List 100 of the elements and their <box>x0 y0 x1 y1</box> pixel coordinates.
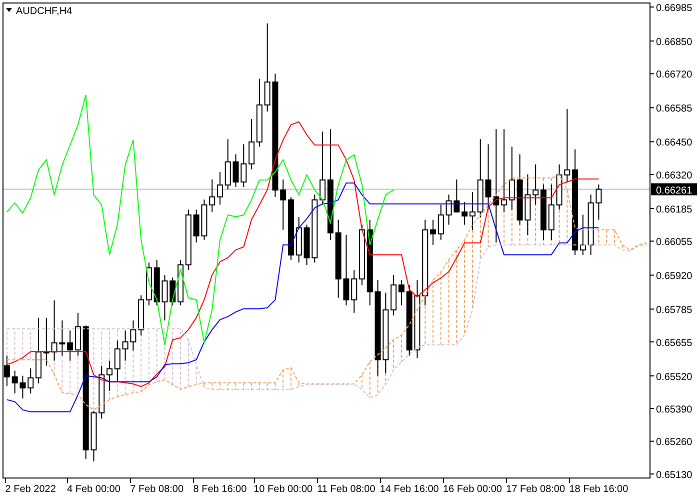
candle-wick <box>464 202 466 226</box>
candle-wick <box>6 355 8 386</box>
candle-body <box>130 329 136 342</box>
dropdown-triangle-icon[interactable] <box>6 8 12 12</box>
candle-body <box>335 232 342 280</box>
candle-body <box>304 227 310 258</box>
candle-body <box>264 82 270 106</box>
candle-wick <box>46 317 47 366</box>
candle-wick <box>22 375 24 399</box>
candle-wick <box>14 370 16 394</box>
candle-body <box>170 280 176 302</box>
candle-wick <box>219 171 220 206</box>
candle-wick <box>212 178 213 213</box>
date-label: 10 Feb 00:00 <box>254 484 313 495</box>
candle-body <box>588 202 594 246</box>
ref-line-label: 0.66261 <box>656 185 693 196</box>
price-label: 0.66055 <box>656 237 692 248</box>
price-label: 0.66185 <box>656 204 692 216</box>
price-label: 0.66450 <box>656 138 692 149</box>
candle-body <box>556 174 562 206</box>
candle-wick <box>30 368 32 394</box>
candle-body <box>232 161 239 182</box>
candle-body <box>312 199 318 258</box>
price-label: 0.66985 <box>656 3 692 14</box>
candle-wick <box>400 280 402 306</box>
candle-body <box>406 291 412 350</box>
candle-wick <box>354 270 355 314</box>
date-label: 16 Feb 00:00 <box>443 484 502 495</box>
candle-body <box>454 200 460 212</box>
candle-body <box>359 229 365 280</box>
candle-wick <box>448 194 450 226</box>
candle-body <box>382 309 389 360</box>
date-label: 8 Feb 16:00 <box>193 484 247 495</box>
price-label: 0.66850 <box>656 37 692 48</box>
candle-wick <box>235 154 236 188</box>
candle-body <box>240 163 247 182</box>
candle-wick <box>346 234 347 306</box>
candle-wick <box>282 178 284 230</box>
candle-body <box>414 295 420 350</box>
price-label: 0.65130 <box>656 470 692 481</box>
price-label: 0.66585 <box>656 104 692 115</box>
candle-body <box>122 341 128 350</box>
candle-body <box>288 199 294 256</box>
candle-body <box>224 161 231 186</box>
candle-wick <box>116 340 118 382</box>
symbol-title: AUDCHF,H4 <box>16 6 72 17</box>
candle-body <box>374 291 381 360</box>
candle-wick <box>440 204 442 240</box>
candle-body <box>98 374 105 414</box>
date-label: 7 Feb 08:00 <box>130 484 184 495</box>
candle-wick <box>77 312 78 356</box>
candle-body <box>516 179 523 220</box>
candle-body <box>4 365 10 378</box>
price-label: 0.66320 <box>656 170 692 182</box>
current-price-badge: 0.66261 <box>651 183 697 196</box>
price-label: 0.65520 <box>656 372 692 383</box>
candle-body <box>296 227 302 256</box>
candle-wick <box>511 146 512 210</box>
candle-body <box>524 194 531 220</box>
candle-body <box>446 200 452 216</box>
candle-body <box>485 179 492 198</box>
candle-body <box>351 278 358 300</box>
candle-body <box>90 412 97 450</box>
candle-wick <box>598 184 600 220</box>
candle-body <box>343 278 350 300</box>
candle-wick <box>432 219 434 246</box>
candle-wick <box>109 360 110 392</box>
candle-wick <box>227 138 228 190</box>
candle-body <box>43 351 50 354</box>
candle-wick <box>243 144 244 188</box>
candle-wick <box>124 330 126 362</box>
date-label: 4 Feb 00:00 <box>67 484 120 495</box>
price-label: 0.65920 <box>656 271 692 282</box>
candle-body <box>36 351 42 378</box>
date-label: 11 Feb 08:00 <box>317 484 376 495</box>
candle-wick <box>70 330 71 362</box>
candle-wick <box>488 144 489 210</box>
candle-body <box>280 190 286 200</box>
candle-body <box>422 229 428 296</box>
candle-wick <box>535 164 536 206</box>
date-label: 17 Feb 08:00 <box>506 484 566 495</box>
candle-wick <box>54 300 55 362</box>
candle-wick <box>132 320 134 352</box>
candle-wick <box>582 214 584 256</box>
candle-wick <box>472 192 473 230</box>
price-label: 0.66720 <box>656 70 692 81</box>
date-label: 18 Feb 16:00 <box>569 484 628 495</box>
candle-body <box>564 169 570 176</box>
candle-body <box>548 204 554 230</box>
date-label: 2 Feb 2022 <box>5 484 56 495</box>
price-label: 0.65785 <box>656 305 692 316</box>
candle-body <box>28 377 34 388</box>
candle-body <box>193 214 200 236</box>
candle-body <box>162 280 168 302</box>
candle-body <box>477 179 484 212</box>
candle-wick <box>251 118 252 170</box>
price-label: 0.65260 <box>656 437 692 448</box>
candle-body <box>154 267 160 302</box>
date-label: 14 Feb 16:00 <box>380 484 439 495</box>
price-label: 0.65390 <box>656 404 692 416</box>
